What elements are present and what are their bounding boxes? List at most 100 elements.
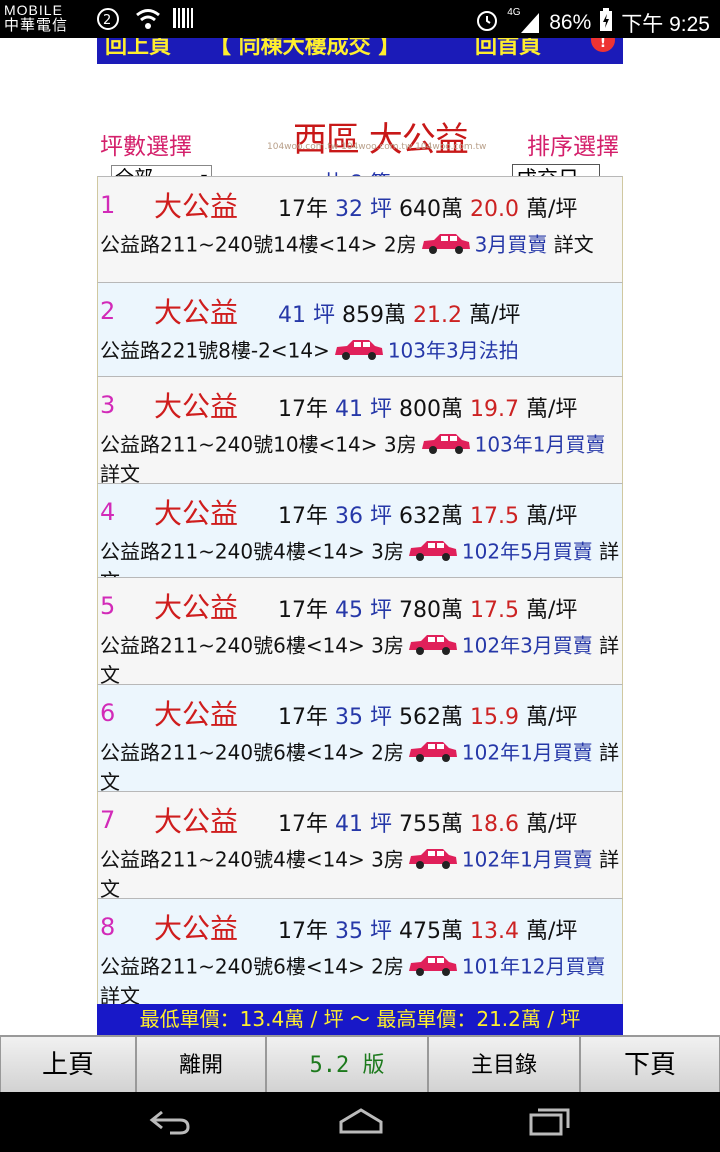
total-price: 859萬 — [342, 303, 406, 328]
info-badge-icon[interactable]: ! — [591, 38, 615, 52]
total-price: 475萬 — [399, 919, 463, 944]
listing-item[interactable]: 1 大公益 17年 32 坪 640萬 20.0 萬/坪 公益路211~240號14樓… — [97, 176, 623, 282]
building-name[interactable]: 大公益 — [154, 693, 238, 733]
unit-price: 20.0 — [470, 197, 519, 222]
exit-button[interactable]: 離開 — [136, 1036, 266, 1093]
status-right: 4G 86% 下午 9:25 — [475, 7, 710, 38]
listing-number: 7 — [100, 806, 116, 834]
transaction-date: 102年5月買賣 — [461, 539, 593, 564]
listing-address-line: 公益路211~240號4樓<14> 3房 102年1月買賣 詳文 — [100, 846, 620, 902]
listing-number: 6 — [100, 699, 116, 727]
floor-area: 41 坪 — [335, 812, 392, 837]
version-button[interactable]: 5.2 版 — [266, 1036, 428, 1093]
unit-price: 15.9 — [470, 705, 519, 730]
listing-item[interactable]: 5 大公益 17年 45 坪 780萬 17.5 萬/坪公益路211~240號6樓<… — [97, 577, 623, 687]
floor-area: 32 坪 — [335, 197, 392, 222]
listing-address-line: 公益路211~240號14樓<14> 2房 3月買賣 詳文 — [100, 231, 620, 261]
car-icon — [420, 231, 472, 261]
address: 公益路211~240號4樓<14> 3房 — [100, 847, 404, 872]
transaction-date: 102年1月買賣 — [461, 847, 593, 872]
system-nav-bar — [0, 1092, 720, 1152]
back-icon[interactable] — [148, 1106, 192, 1140]
building-age: 17年 — [278, 598, 328, 623]
listing-address-line: 公益路211~240號10樓<14> 3房 103年1月買賣 詳文 — [100, 431, 620, 487]
next-page-button[interactable]: 下頁 — [580, 1036, 720, 1093]
total-price: 562萬 — [399, 705, 463, 730]
app-notification-icon: 2 — [96, 6, 122, 37]
prev-page-link[interactable]: 回上頁 — [105, 38, 171, 60]
listing-address-line: 公益路211~240號6樓<14> 3房 102年3月買賣 詳文 — [100, 632, 620, 688]
watermark: 104woo.com.tw 104woo.com.tw 104woo.com.t… — [267, 142, 487, 152]
listing-stats: 17年 36 坪 632萬 17.5 萬/坪 — [278, 498, 577, 530]
listing-stats: 41 坪 859萬 21.2 萬/坪 — [278, 297, 520, 329]
region-title: 西區 大公益 — [293, 120, 469, 160]
building-name[interactable]: 大公益 — [154, 385, 238, 425]
clock: 下午 9:25 — [621, 13, 710, 36]
prev-page-button[interactable]: 上頁 — [0, 1036, 136, 1093]
car-icon — [407, 846, 459, 876]
transaction-date: 103年3月法拍 — [387, 338, 519, 363]
unit-price-label: 萬/坪 — [525, 919, 578, 944]
status-bar: MOBILE 中華電信 2 4G 86% 下午 9:25 — [0, 0, 720, 38]
total-price: 800萬 — [399, 397, 463, 422]
home-link[interactable]: 回首頁 — [475, 38, 541, 60]
signal-icon: 4G — [507, 7, 541, 35]
listing-item[interactable]: 4 大公益 17年 36 坪 632萬 17.5 萬/坪公益路211~240號4樓<… — [97, 483, 623, 593]
car-icon — [407, 538, 459, 568]
building-name[interactable]: 大公益 — [154, 185, 238, 225]
detail-link[interactable]: 詳文 — [554, 233, 594, 257]
floor-area: 35 坪 — [335, 919, 392, 944]
listing-item[interactable]: 3 大公益 17年 41 坪 800萬 19.7 萬/坪 公益路211~240號10樓… — [97, 376, 623, 486]
listing-item[interactable]: 8 大公益 17年 35 坪 475萬 13.4 萬/坪 公益路211~240號6樓<… — [97, 898, 623, 1008]
battery-icon — [599, 8, 613, 38]
transaction-date: 101年12月買賣 — [461, 954, 606, 979]
building-name[interactable]: 大公益 — [154, 907, 238, 947]
transaction-date: 3月買賣 — [474, 232, 548, 257]
listing-stats: 17年 41 坪 755萬 18.6 萬/坪 — [278, 806, 577, 838]
car-icon — [407, 953, 459, 983]
unit-price: 13.4 — [470, 919, 519, 944]
listing-stats: 17年 45 坪 780萬 17.5 萬/坪 — [278, 592, 577, 624]
building-age: 17年 — [278, 504, 328, 529]
main-menu-button[interactable]: 主目錄 — [428, 1036, 580, 1093]
listing-number: 2 — [100, 297, 116, 325]
top-nav: 回上頁 【 同棟大樓成交 】 回首頁 ! — [97, 38, 623, 64]
building-name[interactable]: 大公益 — [154, 291, 238, 331]
recent-apps-icon[interactable] — [528, 1106, 572, 1140]
unit-price-label: 萬/坪 — [525, 504, 578, 529]
total-price: 632萬 — [399, 504, 463, 529]
network-type: 4G — [507, 7, 521, 18]
listing-number: 5 — [100, 592, 116, 620]
car-icon — [407, 632, 459, 662]
svg-text:2: 2 — [103, 13, 111, 28]
building-name[interactable]: 大公益 — [154, 492, 238, 532]
building-name[interactable]: 大公益 — [154, 800, 238, 840]
transaction-date: 102年3月買賣 — [461, 633, 593, 658]
home-icon[interactable] — [338, 1106, 384, 1140]
barcode-icon — [172, 6, 194, 35]
battery-percent: 86% — [549, 11, 592, 34]
building-age: 17年 — [278, 705, 328, 730]
building-name[interactable]: 大公益 — [154, 586, 238, 626]
listing-number: 4 — [100, 498, 116, 526]
transaction-date: 103年1月買賣 — [474, 432, 606, 457]
total-price: 780萬 — [399, 598, 463, 623]
address: 公益路211~240號4樓<14> 3房 — [100, 539, 404, 564]
car-icon — [420, 431, 472, 461]
listing-stats: 17年 32 坪 640萬 20.0 萬/坪 — [278, 191, 577, 223]
building-age: 17年 — [278, 919, 328, 944]
listing-item[interactable]: 2 大公益 41 坪 859萬 21.2 萬/坪公益路221號8樓-2<14> 103… — [97, 282, 623, 376]
listing-address-line: 公益路221號8樓-2<14> 103年3月法拍 — [100, 337, 620, 367]
wifi-notification-icon — [134, 6, 162, 37]
listing-address-line: 公益路211~240號6樓<14> 2房 102年1月買賣 詳文 — [100, 739, 620, 795]
total-price: 755萬 — [399, 812, 463, 837]
carrier-line1: MOBILE — [4, 2, 63, 18]
address: 公益路211~240號6樓<14> 3房 — [100, 633, 404, 658]
price-range-summary: 最低單價：13.4萬 / 坪 ～ 最高單價：21.2萬 / 坪 — [97, 1004, 623, 1035]
floor-area: 36 坪 — [335, 504, 392, 529]
page-title: 【 同棟大樓成交 】 — [209, 38, 401, 59]
listing-item[interactable]: 7 大公益 17年 41 坪 755萬 18.6 萬/坪公益路211~240號4樓<… — [97, 791, 623, 901]
size-filter-label: 坪數選擇 — [100, 134, 192, 160]
listing-item[interactable]: 6 大公益 17年 35 坪 562萬 15.9 萬/坪 公益路211~240號6樓<… — [97, 684, 623, 794]
total-price: 640萬 — [399, 197, 463, 222]
